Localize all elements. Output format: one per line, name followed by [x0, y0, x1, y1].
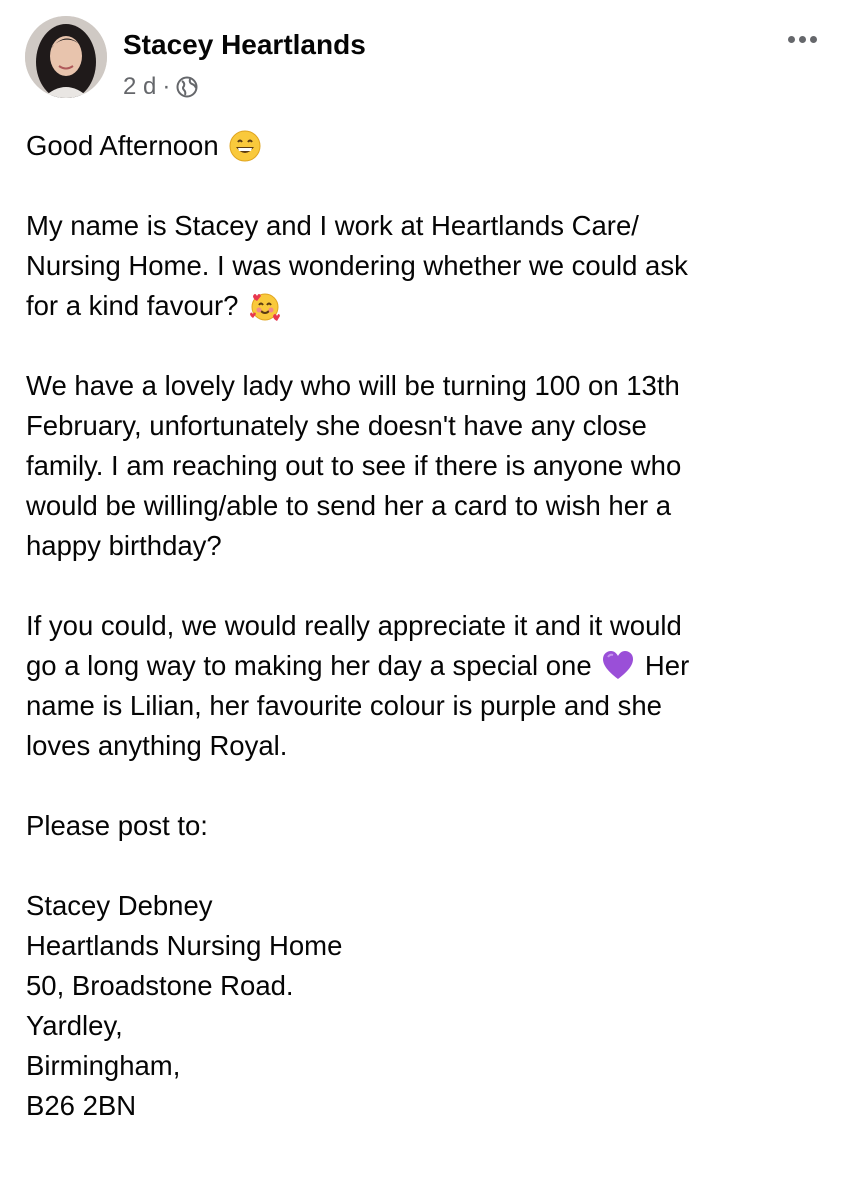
intro-paragraph: My name is Stacey and I work at Heartlan…	[26, 206, 826, 326]
purple-heart-emoji	[602, 650, 634, 682]
grinning-face-emoji	[229, 130, 261, 162]
author-name[interactable]: Stacey Heartlands	[123, 28, 366, 62]
greeting-paragraph: Good Afternoon	[26, 126, 826, 166]
appeal-text-part1: If you could, we would really appreciate…	[26, 610, 682, 681]
post-body: Good Afternoon My name is Stacey and I w…	[26, 126, 826, 1126]
more-options-icon[interactable]	[780, 24, 824, 54]
smiling-face-with-hearts-emoji	[249, 290, 281, 322]
post-time[interactable]: 2 d	[123, 73, 156, 101]
address-line: 50, Broadstone Road.	[26, 970, 294, 1001]
post-header: Stacey Heartlands 2 d ·	[0, 0, 843, 110]
greeting-text: Good Afternoon	[26, 130, 219, 161]
avatar[interactable]	[25, 16, 107, 98]
address-line: Stacey Debney	[26, 890, 213, 921]
address-line: Birmingham,	[26, 1050, 181, 1081]
address-line: B26 2BN	[26, 1090, 137, 1121]
appeal-paragraph: If you could, we would really appreciate…	[26, 606, 826, 766]
post-to-label: Please post to:	[26, 810, 208, 841]
meta-separator: ·	[162, 73, 171, 100]
globe-icon[interactable]	[176, 76, 198, 98]
avatar-photo	[25, 16, 107, 98]
address-line: Yardley,	[26, 1010, 123, 1041]
post-meta: 2 d ·	[123, 72, 198, 102]
request-paragraph: We have a lovely lady who will be turnin…	[26, 370, 682, 561]
intro-text: My name is Stacey and I work at Heartlan…	[26, 210, 688, 321]
address-block: Stacey Debney Heartlands Nursing Home 50…	[26, 886, 826, 1126]
address-line: Heartlands Nursing Home	[26, 930, 343, 961]
